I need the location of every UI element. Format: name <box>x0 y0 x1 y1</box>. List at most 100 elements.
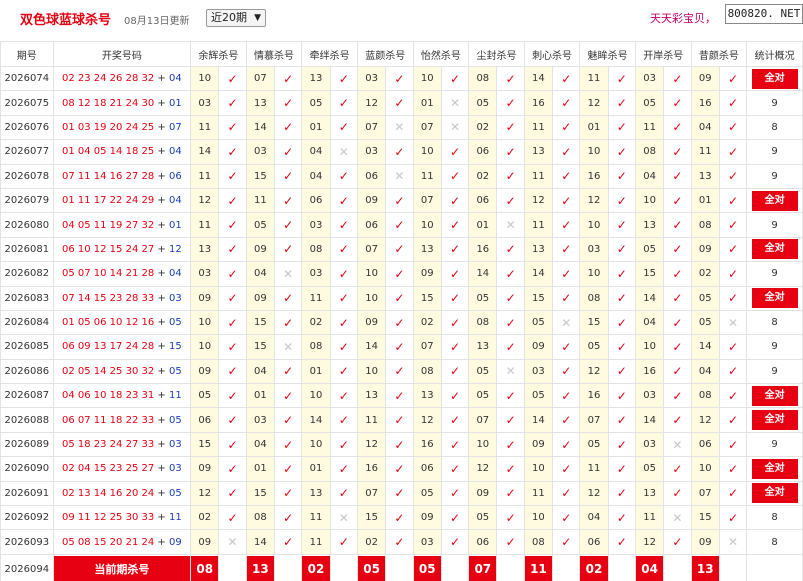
col-header-expert[interactable]: 尘封杀号 <box>468 41 525 67</box>
table-row: 2026087 04 06 10 18 23 31 + 11 05 ✓ 01 ✓ 10 ✓ 13… <box>0 383 803 409</box>
check-icon: ✓ <box>505 510 516 525</box>
plus-sign: + <box>154 390 169 402</box>
plus-sign: + <box>154 365 169 377</box>
kill-number-cell: 11 <box>412 163 442 189</box>
check-icon: ✓ <box>561 193 572 208</box>
kill-number-cell: 08 <box>690 383 720 409</box>
kill-number-cell: 04 <box>301 139 331 165</box>
kill-number-cell: 13 <box>523 139 554 165</box>
check-icon: ✓ <box>672 266 683 281</box>
red-ball-numbers: 09 11 12 25 30 33 <box>61 512 155 524</box>
plus-sign: + <box>154 317 169 329</box>
check-icon: ✓ <box>338 242 349 257</box>
check-icon: ✓ <box>561 71 572 86</box>
blue-ball-number: 05 <box>168 487 182 499</box>
draw-numbers-cell: 09 11 12 25 30 33 + 11 <box>52 505 192 531</box>
col-header-expert[interactable]: 魅眸杀号 <box>579 41 636 67</box>
check-icon: ✓ <box>561 535 572 550</box>
kill-number-cell: 04 <box>634 309 665 336</box>
check-icon: ✓ <box>561 96 572 111</box>
col-header-expert[interactable]: 情慕杀号 <box>245 41 303 67</box>
check-icon: ✓ <box>227 71 238 86</box>
draw-numbers-cell: 07 11 14 16 27 28 + 06 <box>52 163 192 189</box>
kill-number-cell: 13 <box>190 236 220 263</box>
kill-number-cell: 05 <box>245 212 276 238</box>
check-icon: ✓ <box>394 388 405 403</box>
check-icon: ✓ <box>561 291 572 306</box>
red-ball-numbers: 06 10 12 15 24 27 <box>61 243 155 255</box>
kill-number-cell: 10 <box>579 212 609 238</box>
check-icon: ✓ <box>338 71 349 86</box>
hit-count: 9 <box>771 146 778 158</box>
check-icon: ✓ <box>616 169 627 184</box>
kill-number-cell: 08 <box>301 334 331 360</box>
blue-ball-number: 11 <box>168 512 182 524</box>
col-header-expert[interactable]: 昔颜杀号 <box>690 41 748 67</box>
check-icon: ✓ <box>394 535 405 550</box>
empty-cell <box>274 553 303 581</box>
check-icon: ✓ <box>394 242 405 257</box>
col-header-expert[interactable]: 刺心杀号 <box>523 41 581 67</box>
check-icon: ✓ <box>616 71 627 86</box>
check-icon: ✓ <box>505 291 516 306</box>
kill-number-cell: 15 <box>579 309 609 336</box>
kill-number-cell: 15 <box>523 285 554 311</box>
kill-number-cell: 10 <box>634 187 665 214</box>
check-icon: ✓ <box>616 510 627 525</box>
table-row: 2026077 01 04 05 14 18 25 + 04 14 ✓ 03 ✓ 04 ✕ 03… <box>0 139 803 165</box>
check-icon: ✓ <box>561 339 572 354</box>
check-icon: ✓ <box>561 486 572 501</box>
period-cell: 2026080 <box>0 212 54 238</box>
check-icon: ✓ <box>728 120 739 135</box>
col-header-expert[interactable]: 牵绊杀号 <box>301 41 358 67</box>
kill-number-cell: 04 <box>245 358 276 385</box>
check-icon: ✓ <box>616 388 627 403</box>
kill-number-cell: 15 <box>356 505 387 531</box>
check-icon: ✓ <box>449 169 461 184</box>
period-cell: 2026083 <box>0 285 54 311</box>
check-icon: ✓ <box>616 535 627 550</box>
kill-number-cell: 12 <box>579 480 609 507</box>
check-icon: ✓ <box>283 242 294 257</box>
kill-number-cell: 08 <box>523 529 554 555</box>
check-icon: ✓ <box>672 339 683 354</box>
col-header-expert[interactable]: 蓝颜杀号 <box>356 41 414 67</box>
check-icon: ✓ <box>338 218 349 233</box>
table-row: 2026085 06 09 13 17 24 28 + 15 10 ✓ 15 ✕ 08 ✓ 14… <box>0 334 803 360</box>
kill-number-cell: 14 <box>190 139 220 165</box>
col-header-expert[interactable]: 开岸杀号 <box>634 41 692 67</box>
blue-ball-number: 04 <box>168 268 182 280</box>
col-header-expert[interactable]: 怡然杀号 <box>412 41 470 67</box>
plus-sign: + <box>154 292 169 304</box>
kill-number-cell: 10 <box>190 334 220 360</box>
red-ball-numbers: 06 09 13 17 24 28 <box>61 341 155 353</box>
red-ball-numbers: 07 11 14 16 27 28 <box>61 170 155 182</box>
plus-sign: + <box>154 414 169 426</box>
hit-count: 8 <box>771 121 778 133</box>
check-icon: ✓ <box>616 413 627 428</box>
table-row: 2026080 04 05 11 19 27 32 + 01 11 ✓ 05 ✓ 03 ✓ 06… <box>0 212 803 238</box>
cross-icon: ✕ <box>505 218 516 233</box>
check-icon: ✓ <box>227 193 238 208</box>
check-icon: ✓ <box>561 413 572 428</box>
kill-number-cell: 15 <box>634 261 665 287</box>
kill-number-cell: 10 <box>356 358 387 385</box>
red-ball-numbers: 01 05 06 10 12 16 <box>61 317 155 329</box>
check-icon: ✓ <box>728 266 739 281</box>
check-icon: ✓ <box>672 193 683 208</box>
cross-icon: ✕ <box>505 364 516 379</box>
check-icon: ✓ <box>338 388 349 403</box>
check-icon: ✓ <box>561 242 572 257</box>
period-range-select[interactable]: 近20期 ▼ <box>206 9 266 27</box>
kill-number-cell: 15 <box>245 334 276 360</box>
kill-number-cell: 05 <box>412 480 442 507</box>
kill-number-cell: 13 <box>523 236 554 263</box>
page-title: 双色球蓝球杀号 <box>20 13 112 28</box>
kill-number-cell: 09 <box>190 358 220 385</box>
col-header-expert[interactable]: 余辉杀号 <box>190 41 247 67</box>
kill-number-cell: 02 <box>468 114 498 141</box>
blue-ball-number: 03 <box>168 463 182 475</box>
blue-ball-number: 04 <box>168 146 182 158</box>
check-icon: ✓ <box>728 413 739 428</box>
promo-link[interactable]: 天天彩宝贝， <box>650 10 716 26</box>
